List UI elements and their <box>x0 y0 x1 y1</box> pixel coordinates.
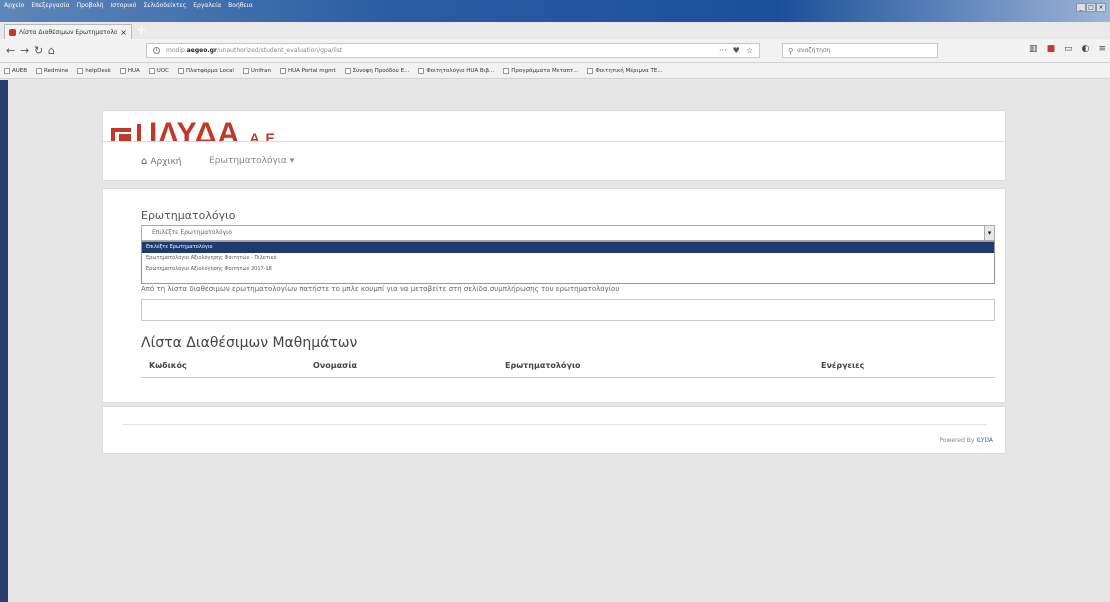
menu-help[interactable]: Βοήθεια <box>228 2 253 9</box>
powered-by: Powered By ILYDA <box>939 437 993 444</box>
column-header-code: Κωδικός <box>149 361 187 370</box>
sidebar-icon[interactable]: ▭ <box>1064 44 1073 54</box>
folder-icon <box>344 67 351 74</box>
folder-icon <box>119 67 126 74</box>
dropdown-option[interactable]: Ερωτηματολόγιο Αξιολόγησης Φοιτητών 2017… <box>142 264 994 275</box>
bookmark-item[interactable]: Φοιτητική Μέριμνα ΤΕ... <box>587 67 663 74</box>
nav-home-label: Αρχική <box>150 156 182 167</box>
bookmark-item[interactable]: Φοιτητολόγιο HUA Βιβ... <box>418 67 494 74</box>
info-icon[interactable]: i <box>153 47 160 54</box>
powered-by-prefix: Powered By <box>939 437 975 444</box>
pocket-icon[interactable]: ♥ <box>733 46 740 55</box>
search-input[interactable] <box>797 47 918 54</box>
bookmark-item[interactable]: helpDesk <box>77 67 111 74</box>
table-divider <box>141 377 995 378</box>
hamburger-menu-icon[interactable]: ≡ <box>1098 44 1106 54</box>
url-path: /unauthorized/student_evaluation/gpa/lis… <box>216 47 343 54</box>
bookmark-item[interactable]: HUA Portal mgmt <box>280 67 336 74</box>
home-icon: ⌂ <box>141 156 148 167</box>
favicon-icon <box>9 28 16 36</box>
courses-list-title: Λίστα Διαθέσιμων Μαθημάτων <box>141 335 358 351</box>
bookmark-item[interactable]: HUA <box>119 67 140 74</box>
nav-questionnaires-dropdown[interactable]: Ερωτηματολόγια ▾ <box>209 156 294 166</box>
bookmark-item[interactable]: Πλατφόρμα Local <box>177 67 234 74</box>
folder-icon <box>148 67 155 74</box>
window-controls: _ □ × <box>1076 3 1106 12</box>
url-domain: aegeo.gr <box>186 47 217 54</box>
questionnaire-label: Ερωτηματολόγιο <box>141 209 236 222</box>
tab-title: Λίστα Διαθέσιμων Ερωτηματολο... <box>19 28 118 36</box>
toolbar-icons: ▥ ■ ▭ ◐ ≡ <box>1029 44 1106 54</box>
nav-questionnaires-label: Ερωτηματολόγια <box>209 156 287 166</box>
bookmarks-bar: AUEB Redmine helpDesk HUA UOC Πλατφόρμα … <box>0 63 1110 79</box>
search-icon: ⚲ <box>788 46 794 55</box>
site-footer: Powered By ILYDA <box>102 406 1006 454</box>
main-navbar: ⌂ Αρχική Ερωτηματολόγια ▾ <box>102 141 1006 181</box>
bookmark-item[interactable]: Redmine <box>36 67 68 74</box>
extension-icon[interactable]: ■ <box>1047 44 1056 54</box>
folder-icon <box>280 67 287 74</box>
home-browser-icon[interactable]: ⌂ <box>48 44 55 57</box>
url-actions: ··· ♥ ☆ <box>719 46 753 55</box>
instruction-text: Από τη λίστα διαθέσιμων ερωτηματολογίων … <box>141 285 620 293</box>
questionnaire-panel: Ερωτηματολόγιο Επιλέξτε Ερωτηματολόγιο ▾… <box>102 188 1006 403</box>
bookmark-item[interactable]: Unifran <box>242 67 271 74</box>
questionnaire-dropdown-list: Επιλέξτε Ερωτηματολόγιο Ερωτηματολόγιο Α… <box>141 241 995 284</box>
sync-icon[interactable]: ◐ <box>1082 44 1090 54</box>
caret-down-icon: ▾ <box>289 156 295 166</box>
dropdown-option[interactable]: Επιλέξτε Ερωτηματολόγιο <box>142 242 994 253</box>
browser-toolbar: ← → ↻ ⌂ i modip. aegeo.gr /unauthorized/… <box>0 39 1110 63</box>
nav-home-link[interactable]: ⌂ Αρχική <box>141 156 181 167</box>
search-box[interactable]: ⚲ <box>782 43 938 58</box>
library-icon[interactable]: ▥ <box>1029 44 1038 54</box>
address-bar[interactable]: i modip. aegeo.gr /unauthorized/student_… <box>146 43 760 58</box>
filter-field[interactable] <box>141 299 995 321</box>
menu-history[interactable]: Ιστορικό <box>111 2 137 9</box>
close-window-button[interactable]: × <box>1096 3 1106 12</box>
bookmark-item[interactable]: AUEB <box>4 67 27 74</box>
os-left-edge <box>0 80 8 602</box>
tab-close-icon[interactable]: × <box>120 28 127 37</box>
folder-icon <box>4 67 10 74</box>
menu-tools[interactable]: Εργαλεία <box>193 2 221 9</box>
new-tab-button[interactable]: + <box>136 23 147 38</box>
reload-icon[interactable]: ↻ <box>34 44 43 57</box>
dropdown-option[interactable]: Ερωτηματολόγιο Αξιολόγησης Φοιτητών - Πι… <box>142 253 994 264</box>
forward-icon[interactable]: → <box>20 44 29 57</box>
page-actions-icon[interactable]: ··· <box>719 46 727 55</box>
bookmark-star-icon[interactable]: ☆ <box>746 46 753 55</box>
bookmark-item[interactable]: Προγράμματα Μεταπτ... <box>503 67 578 74</box>
menu-bookmarks[interactable]: Σελιδοδείκτες <box>143 2 186 9</box>
back-icon[interactable]: ← <box>6 44 15 57</box>
column-header-name: Ονομασία <box>313 361 357 370</box>
window-titlebar: Αρχείο Επεξεργασία Προβολή Ιστορικό Σελι… <box>0 0 1110 22</box>
browser-menubar: Αρχείο Επεξεργασία Προβολή Ιστορικό Σελι… <box>4 2 253 9</box>
menu-file[interactable]: Αρχείο <box>4 2 24 9</box>
menu-view[interactable]: Προβολή <box>77 2 104 9</box>
folder-icon <box>242 67 249 74</box>
questionnaire-select[interactable]: Επιλέξτε Ερωτηματολόγιο ▾ <box>141 225 995 241</box>
folder-icon <box>77 67 84 74</box>
column-header-actions: Ενέργειες <box>821 361 865 370</box>
bookmark-item[interactable]: UOC <box>148 67 169 74</box>
folder-icon <box>587 67 594 74</box>
url-prefix: modip. <box>166 47 187 54</box>
browser-tab[interactable]: Λίστα Διαθέσιμων Ερωτηματολο... × <box>4 24 132 39</box>
minimize-button[interactable]: _ <box>1076 3 1086 12</box>
folder-icon <box>36 67 43 74</box>
column-header-questionnaire: Ερωτηματολόγιο <box>505 361 581 370</box>
maximize-button[interactable]: □ <box>1086 3 1096 12</box>
menu-edit[interactable]: Επεξεργασία <box>31 2 69 9</box>
select-current-value: Επιλέξτε Ερωτηματολόγιο <box>152 229 232 236</box>
folder-icon <box>503 67 510 74</box>
folder-icon <box>177 67 184 74</box>
ilyda-link[interactable]: ILYDA <box>976 437 993 444</box>
folder-icon <box>418 67 425 74</box>
select-arrow-icon[interactable]: ▾ <box>984 226 994 240</box>
page-viewport: ΙΛΥΔΑ Α.Ε. ⌂ Αρχική Ερωτηματολόγια ▾ Ερω… <box>8 80 1110 602</box>
bookmark-item[interactable]: Σύνοψη Προόδου Ε... <box>344 67 409 74</box>
footer-divider <box>123 424 987 425</box>
